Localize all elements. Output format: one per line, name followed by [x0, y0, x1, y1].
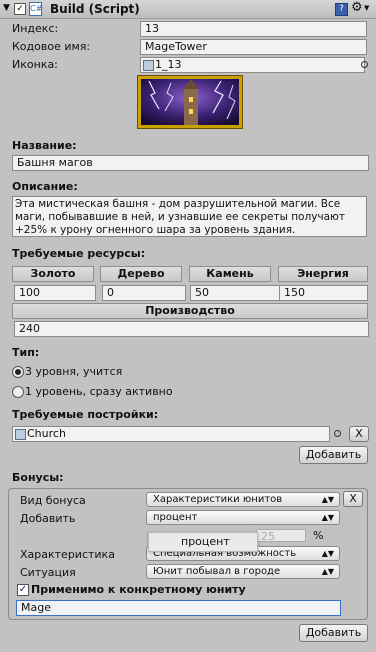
icon-preview [137, 75, 243, 129]
name-field[interactable]: Башня магов [12, 155, 369, 171]
description-line: Эта мистическая башня - дом разрушительн… [15, 198, 341, 210]
percent-sign: % [313, 529, 324, 542]
percent-value: 25 [261, 530, 275, 543]
help-icon[interactable]: ? [335, 3, 348, 16]
script-icon: C# [29, 2, 42, 16]
resource-header-gold: Золото [12, 266, 94, 282]
description-textarea[interactable]: Эта мистическая башня - дом разрушительн… [12, 196, 367, 237]
type-option-3-levels-label: 3 уровня, учится [25, 365, 123, 378]
gear-icon[interactable]: ⚙ [351, 0, 363, 15]
bonus-add-label: Добавить [20, 512, 76, 525]
unit-name-field[interactable]: Mage [16, 600, 341, 616]
resource-energy-field[interactable]: 150 [279, 285, 368, 301]
resource-gold-field[interactable]: 100 [14, 285, 96, 301]
gear-arrow-icon[interactable]: ▼ [364, 4, 369, 12]
resource-stone-field[interactable]: 50 [190, 285, 280, 301]
percent-input[interactable]: 25 [256, 529, 306, 543]
bonus-situation-label: Ситуация [20, 566, 76, 579]
description-line: +25% к урону огненного шара за уровень з… [15, 224, 296, 236]
bonus-situation-dropdown[interactable]: Юнит побывал в городе ▲▼ [146, 564, 340, 579]
remove-bonus-button[interactable]: X [343, 491, 363, 507]
bonus-stat-label: Характеристика [20, 548, 115, 561]
bonuses-section-label: Бонусы: [12, 471, 64, 484]
specific-unit-label: Применимо к конкретному юниту [31, 583, 246, 596]
production-header: Производство [12, 303, 368, 319]
building-object-icon [15, 429, 26, 440]
bonus-kind-value: Характеристики юнитов [153, 494, 283, 505]
resource-header-energy: Энергия [278, 266, 368, 282]
bonus-add-dropdown[interactable]: процент ▲▼ [146, 510, 340, 525]
add-building-button[interactable]: Добавить [299, 446, 368, 464]
dropdown-popup-option[interactable]: процент [181, 535, 230, 548]
remove-building-button[interactable]: X [349, 426, 369, 442]
bonus-kind-dropdown[interactable]: Характеристики юнитов ▲▼ [146, 492, 340, 507]
component-header: ▼ ✓ C# Build (Script) ? ⚙ ▼ [0, 0, 376, 19]
required-buildings-label: Требуемые постройки: [12, 408, 159, 421]
enabled-checkbox[interactable]: ✓ [14, 3, 26, 15]
code-name-label: Кодовое имя: [12, 40, 91, 53]
type-radio-1-level[interactable] [12, 386, 24, 398]
bonus-kind-label: Вид бонуса [20, 494, 86, 507]
bonus-situation-value: Юнит побывал в городе [153, 566, 281, 577]
sprite-icon [143, 60, 154, 71]
name-section-label: Название: [12, 139, 77, 152]
resources-section-label: Требуемые ресурсы: [12, 247, 146, 260]
add-bonus-button[interactable]: Добавить [299, 624, 368, 642]
production-field[interactable]: 240 [14, 321, 369, 337]
index-field[interactable]: 13 [140, 21, 367, 37]
specific-unit-checkbox[interactable]: ✓ [17, 584, 29, 596]
icon-object-field[interactable]: 1_13 [140, 57, 365, 73]
dropdown-arrow-icon: ▲▼ [321, 567, 334, 576]
bonus-add-value: процент [153, 512, 198, 523]
required-building-value: Church [27, 427, 66, 440]
description-section-label: Описание: [12, 180, 78, 193]
required-building-field[interactable]: Church [12, 426, 330, 442]
resource-header-stone: Камень [189, 266, 271, 282]
foldout-arrow-icon[interactable]: ▼ [3, 3, 10, 13]
dropdown-arrow-icon: ▲▼ [321, 513, 334, 522]
type-radio-3-levels[interactable] [12, 366, 24, 378]
mage-tower-image [141, 79, 239, 125]
dropdown-arrow-icon: ▲▼ [321, 549, 334, 558]
icon-object-value: 1_13 [155, 58, 182, 71]
dropdown-arrow-icon: ▲▼ [321, 495, 334, 504]
description-line: маги, побывавшие в ней, и узнавшие ее се… [15, 211, 346, 223]
component-title: Build (Script) [50, 2, 140, 16]
code-name-field[interactable]: MageTower [140, 39, 367, 55]
index-label: Индекс: [12, 22, 59, 35]
resource-header-wood: Дерево [100, 266, 182, 282]
object-picker-icon[interactable] [361, 61, 368, 68]
icon-label: Иконка: [12, 58, 58, 71]
type-section-label: Тип: [12, 346, 40, 359]
object-picker-icon[interactable] [334, 430, 341, 437]
type-option-1-level-label: 1 уровень, сразу активно [25, 385, 173, 398]
dropdown-popup: процент [148, 532, 258, 552]
resource-wood-field[interactable]: 0 [102, 285, 186, 301]
